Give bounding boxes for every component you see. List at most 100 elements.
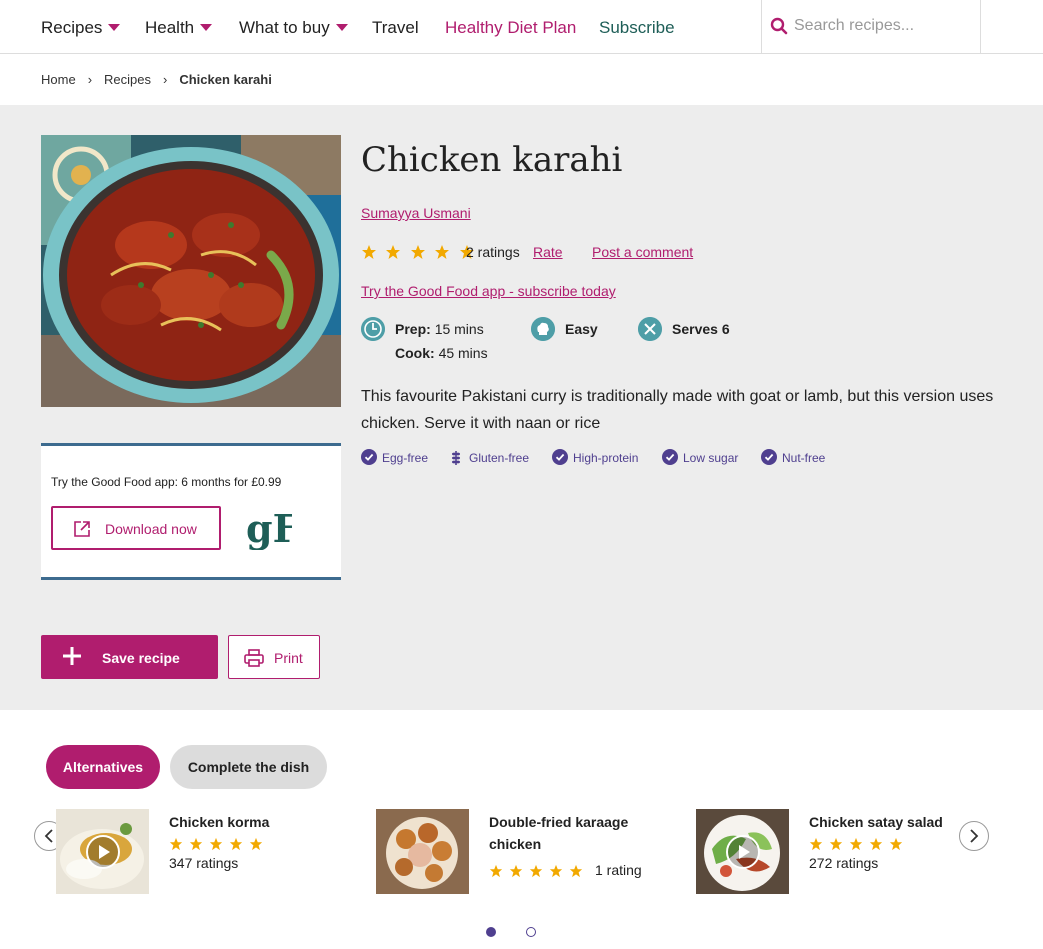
prep-time: Prep: 15 mins: [395, 321, 484, 337]
carousel-dot-active[interactable]: [486, 927, 496, 937]
play-icon[interactable]: [725, 834, 761, 870]
cook-label: Cook:: [395, 345, 435, 361]
download-now-label: Download now: [105, 521, 197, 537]
prep-value: 15 mins: [434, 321, 484, 337]
app-subscribe-link[interactable]: Try the Good Food app - subscribe today: [361, 283, 616, 299]
carousel-dot[interactable]: [526, 927, 536, 937]
recipe-card-title[interactable]: Chicken satay salad: [809, 811, 979, 833]
check-circle-icon: [761, 449, 777, 465]
search-input[interactable]: [794, 13, 974, 39]
nav-what-to-buy[interactable]: What to buy: [239, 18, 348, 38]
tab-alternatives[interactable]: Alternatives: [46, 745, 160, 789]
recipe-title: Chicken karahi: [361, 140, 623, 180]
star-icon: [489, 864, 503, 878]
star-icon: [869, 837, 883, 851]
diet-label: Egg-free: [382, 451, 429, 465]
star-icon: [410, 245, 425, 259]
ratings-count: 2 ratings: [466, 244, 520, 260]
star-icon: [569, 864, 583, 878]
recipe-card[interactable]: Double-fried karaage chicken 1 rating: [376, 809, 676, 894]
star-icon: [229, 837, 243, 851]
diet-tag-gluten-free: Gluten-free: [448, 449, 543, 467]
star-icon: [529, 864, 543, 878]
star-icon: [549, 864, 563, 878]
save-recipe-button[interactable]: Save recipe: [41, 635, 218, 679]
print-label: Print: [274, 650, 303, 666]
recipe-rating-stars[interactable]: [361, 244, 479, 260]
recipe-card-title[interactable]: Chicken korma: [169, 811, 339, 833]
star-icon: [169, 837, 183, 851]
recipe-card-stars: [489, 864, 589, 880]
clock-icon: [361, 317, 385, 341]
star-icon: [809, 837, 823, 851]
diet-label: Nut-free: [782, 451, 826, 465]
recipe-card-stars: [809, 837, 909, 853]
breadcrumb-current: Chicken karahi: [179, 72, 272, 87]
rate-link[interactable]: Rate: [533, 244, 563, 260]
top-nav: Recipes Health What to buy Travel Health…: [0, 0, 1043, 54]
recipe-card[interactable]: Chicken satay salad 272 ratings: [696, 809, 996, 894]
app-promo-card: Try the Good Food app: 6 months for £0.9…: [41, 443, 341, 580]
breadcrumb-home[interactable]: Home: [41, 72, 76, 87]
star-icon: [435, 245, 450, 259]
check-circle-icon: [662, 449, 678, 465]
tab-complete-the-dish[interactable]: Complete the dish: [170, 745, 327, 789]
download-now-button[interactable]: Download now: [51, 506, 221, 550]
good-food-logo: gF: [246, 508, 292, 550]
nav-health[interactable]: Health: [145, 18, 213, 38]
app-promo-text: Try the Good Food app: 6 months for £0.9…: [51, 475, 282, 489]
author-link[interactable]: Sumayya Usmani: [361, 205, 471, 221]
nav-recipes[interactable]: Recipes: [41, 18, 121, 38]
svg-text:gF: gF: [246, 508, 292, 550]
serves-label: Serves 6: [672, 321, 730, 337]
diet-tag-nut-free: Nut-free: [761, 449, 836, 467]
nav-travel[interactable]: Travel: [372, 18, 419, 38]
search-box: [761, 0, 981, 54]
star-icon: [249, 837, 263, 851]
recipe-card-rating-count: 272 ratings: [809, 855, 879, 871]
breadcrumb-recipes[interactable]: Recipes: [104, 72, 151, 87]
diet-label: High-protein: [573, 451, 639, 465]
recipe-card-rating-count: 347 ratings: [169, 855, 239, 871]
difficulty-label: Easy: [565, 321, 598, 337]
recipe-card-stars: [169, 837, 269, 853]
check-circle-icon: [552, 449, 568, 465]
prep-label: Prep:: [395, 321, 431, 337]
search-icon[interactable]: [770, 17, 788, 35]
printer-icon: [244, 649, 264, 667]
breadcrumb: Home › Recipes › Chicken karahi: [41, 72, 272, 87]
recipe-card[interactable]: Chicken korma 347 ratings: [56, 809, 356, 894]
save-recipe-label: Save recipe: [102, 650, 180, 666]
star-icon: [509, 864, 523, 878]
recipe-card-thumbnail: [696, 809, 789, 894]
star-icon: [209, 837, 223, 851]
star-icon: [849, 837, 863, 851]
cook-value: 45 mins: [438, 345, 488, 361]
nav-subscribe[interactable]: Subscribe: [599, 18, 675, 38]
recipe-description: This favourite Pakistani curry is tradit…: [361, 388, 994, 432]
print-button[interactable]: Print: [228, 635, 320, 679]
cutlery-icon: [638, 317, 662, 341]
star-icon: [889, 837, 903, 851]
nav-healthy-diet-plan[interactable]: Healthy Diet Plan: [445, 18, 576, 38]
play-icon[interactable]: [85, 834, 121, 870]
diet-label: Gluten-free: [469, 451, 530, 465]
wheat-icon: [452, 451, 460, 465]
external-link-icon: [74, 521, 90, 537]
recipe-card-thumbnail: [56, 809, 149, 894]
post-comment-link[interactable]: Post a comment: [592, 244, 693, 260]
diet-label: Low sugar: [683, 451, 739, 465]
difficulty: Easy: [565, 321, 598, 337]
recipe-card-title[interactable]: Double-fried karaage chicken: [489, 811, 659, 855]
serves: Serves 6: [672, 321, 730, 337]
breadcrumb-separator: ›: [163, 72, 168, 87]
nav-health-label: Health: [145, 18, 195, 37]
chef-hat-icon: [531, 317, 555, 341]
plus-icon: [63, 647, 81, 665]
diet-tag-egg-free: Egg-free: [361, 449, 436, 467]
check-circle-icon: [361, 449, 377, 465]
caret-down-icon: [335, 24, 348, 32]
diet-tag-low-sugar: Low sugar: [662, 449, 747, 467]
nav-what-to-buy-label: What to buy: [239, 18, 330, 37]
recipe-card-rating-count: 1 rating: [595, 862, 642, 878]
